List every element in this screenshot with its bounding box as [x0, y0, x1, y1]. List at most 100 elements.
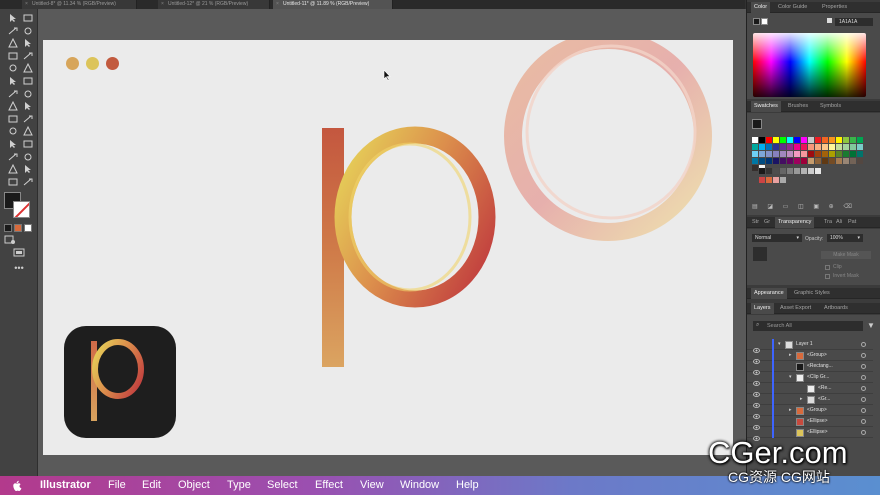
- target-circle-icon[interactable]: [861, 408, 866, 413]
- doc-tab-2[interactable]: × Untitled-12* @ 21 % (RGB/Preview): [158, 0, 270, 9]
- column-graph-tool-icon[interactable]: [22, 152, 34, 162]
- close-icon[interactable]: ×: [276, 0, 279, 9]
- target-circle-icon[interactable]: [861, 375, 866, 380]
- swatch[interactable]: [836, 158, 842, 164]
- width-tool-icon[interactable]: [7, 101, 19, 111]
- paintbrush-tool-icon[interactable]: [22, 63, 34, 73]
- eye-icon[interactable]: [753, 385, 760, 397]
- swatch-fill-indicator[interactable]: [752, 119, 762, 129]
- magic-wand-tool-icon[interactable]: [7, 26, 19, 36]
- swatch[interactable]: [801, 137, 807, 143]
- eye-icon[interactable]: [753, 418, 760, 430]
- eye-icon[interactable]: [753, 363, 760, 375]
- grey-swatch[interactable]: [801, 168, 807, 174]
- direct-selection-tool-icon[interactable]: [22, 13, 34, 23]
- swatch[interactable]: [773, 144, 779, 150]
- swatch[interactable]: [829, 144, 835, 150]
- clip-checkbox[interactable]: [825, 265, 830, 270]
- disclosure-triangle-icon[interactable]: ▾: [789, 372, 792, 383]
- rectangle-tool-icon[interactable]: [7, 63, 19, 73]
- color-mode-button[interactable]: [4, 224, 12, 232]
- target-circle-icon[interactable]: [861, 430, 866, 435]
- layer-row[interactable]: ▾ Layer 1: [747, 339, 873, 353]
- swatch[interactable]: [808, 151, 814, 157]
- close-icon[interactable]: ×: [25, 0, 28, 9]
- swatch-panel-buttons[interactable]: ▤ ◪ ▭ ◫ ▣ ⊕ ⌫: [752, 203, 856, 210]
- eye-icon[interactable]: [753, 341, 760, 353]
- swatch[interactable]: [766, 144, 772, 150]
- scale-tool-icon[interactable]: [22, 89, 34, 99]
- more-tools-icon[interactable]: •••: [13, 263, 25, 273]
- invert-mask-checkbox[interactable]: [825, 274, 830, 279]
- hand-tool-icon[interactable]: [7, 177, 19, 187]
- disclosure-triangle-icon[interactable]: ▾: [778, 339, 781, 350]
- filter-icon[interactable]: ▼: [867, 322, 875, 330]
- swatch[interactable]: [857, 144, 863, 150]
- swatch[interactable]: [759, 137, 765, 143]
- menu-view[interactable]: View: [360, 476, 384, 495]
- swatch[interactable]: [850, 158, 856, 164]
- swatch[interactable]: [822, 144, 828, 150]
- menu-file[interactable]: File: [108, 476, 126, 495]
- grey-swatch[interactable]: [815, 168, 821, 174]
- tab-pathfinder[interactable]: Pat: [845, 217, 859, 228]
- stroke-color-swatch[interactable]: [13, 201, 30, 218]
- swatch[interactable]: [815, 144, 821, 150]
- swatch[interactable]: [787, 144, 793, 150]
- swatch[interactable]: [843, 151, 849, 157]
- swatch[interactable]: [752, 137, 758, 143]
- tab-symbols[interactable]: Symbols: [817, 101, 844, 112]
- opacity-input[interactable]: 100% ▾: [827, 234, 863, 242]
- screen-mode-icon[interactable]: [13, 248, 25, 258]
- swatch[interactable]: [773, 158, 779, 164]
- swatch[interactable]: [857, 137, 863, 143]
- swatch[interactable]: [822, 151, 828, 157]
- close-icon[interactable]: ×: [161, 0, 164, 9]
- color-group-swatch[interactable]: [759, 177, 765, 183]
- grey-swatch[interactable]: [766, 168, 772, 174]
- swatch[interactable]: [843, 137, 849, 143]
- artboard-tool-icon[interactable]: [7, 164, 19, 174]
- mesh-tool-icon[interactable]: [7, 126, 19, 136]
- tab-align[interactable]: Ali: [833, 217, 845, 228]
- swatch[interactable]: [822, 137, 828, 143]
- eraser-tool-icon[interactable]: [22, 76, 34, 86]
- line-segment-tool-icon[interactable]: [22, 51, 34, 61]
- swatch[interactable]: [780, 144, 786, 150]
- swatch[interactable]: [773, 151, 779, 157]
- tab-brushes[interactable]: Brushes: [785, 101, 811, 112]
- swatch[interactable]: [850, 144, 856, 150]
- tab-color[interactable]: Color: [751, 2, 771, 13]
- swatch[interactable]: [787, 158, 793, 164]
- swatch[interactable]: [829, 151, 835, 157]
- swatch[interactable]: [766, 137, 772, 143]
- p-letter-mark[interactable]: [322, 126, 496, 367]
- swatch[interactable]: [752, 158, 758, 164]
- layers-search-field[interactable]: ⌕ Search All: [753, 321, 863, 331]
- swatch[interactable]: [836, 137, 842, 143]
- tab-layers[interactable]: Layers: [751, 303, 774, 314]
- disclosure-triangle-icon[interactable]: ▸: [800, 394, 803, 405]
- tab-graphic-styles[interactable]: Graphic Styles: [791, 288, 833, 299]
- menu-app-name[interactable]: Illustrator: [40, 476, 91, 495]
- swatch[interactable]: [794, 137, 800, 143]
- color-group-swatch[interactable]: [773, 177, 779, 183]
- type-tool-icon[interactable]: [7, 51, 19, 61]
- lasso-tool-icon[interactable]: [22, 26, 34, 36]
- layer-row[interactable]: ▸ <Gr...: [747, 394, 873, 408]
- make-mask-button[interactable]: Make Mask: [821, 251, 871, 259]
- menu-edit[interactable]: Edit: [142, 476, 161, 495]
- app-icon-preview[interactable]: [64, 326, 176, 438]
- large-ring[interactable]: [504, 40, 712, 241]
- gradient-mode-button[interactable]: [14, 224, 22, 232]
- swatch[interactable]: [794, 144, 800, 150]
- swatch[interactable]: [759, 158, 765, 164]
- blend-mode-select[interactable]: Normal ▾: [752, 234, 802, 242]
- eye-icon[interactable]: [753, 352, 760, 364]
- tab-properties[interactable]: Properties: [819, 2, 850, 13]
- draw-mode-icon[interactable]: [4, 235, 16, 245]
- target-circle-icon[interactable]: [861, 353, 866, 358]
- swatch[interactable]: [808, 158, 814, 164]
- perspective-grid-tool-icon[interactable]: [22, 114, 34, 124]
- target-circle-icon[interactable]: [861, 364, 866, 369]
